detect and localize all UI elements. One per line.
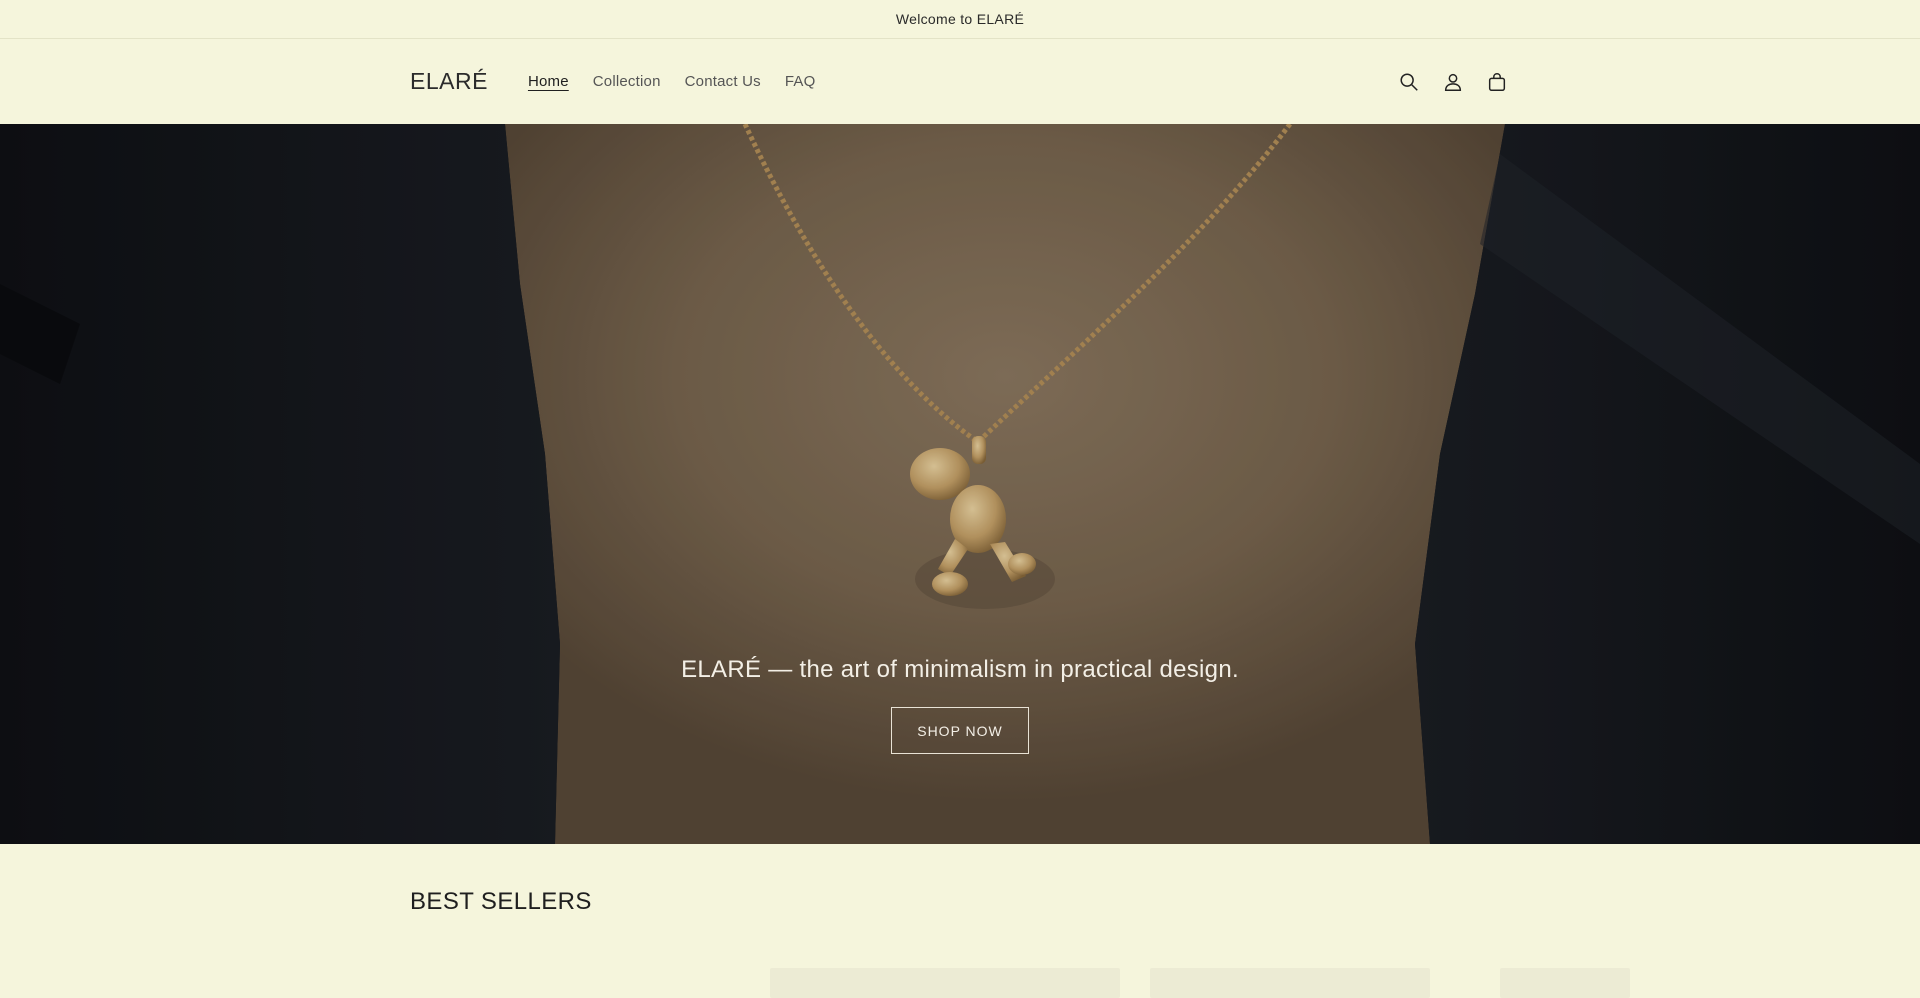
shop-now-button[interactable]: SHOP NOW: [891, 707, 1029, 754]
header-icons: [1396, 39, 1510, 124]
hero-heading: ELARÉ — the art of minimalism in practic…: [681, 656, 1239, 683]
product-card-peek[interactable]: [1500, 968, 1630, 998]
hero-banner: ELARÉ — the art of minimalism in practic…: [0, 124, 1920, 844]
nav-collection[interactable]: Collection: [593, 73, 661, 90]
nav-faq[interactable]: FAQ: [785, 73, 816, 90]
header-inner: ELARÉ Home Collection Contact Us FAQ: [410, 39, 1510, 124]
nav-contact-us[interactable]: Contact Us: [685, 73, 761, 90]
best-sellers-title: BEST SELLERS: [410, 888, 592, 915]
announcement-text: Welcome to ELARÉ: [895, 11, 1025, 27]
main-nav: Home Collection Contact Us FAQ: [528, 73, 816, 90]
nav-home[interactable]: Home: [528, 73, 569, 90]
announcement-bar: Welcome to ELARÉ: [0, 0, 1920, 39]
product-card-peek[interactable]: [1150, 968, 1430, 998]
site-header: ELARÉ Home Collection Contact Us FAQ: [0, 39, 1920, 124]
cart-icon[interactable]: [1484, 69, 1510, 95]
search-icon[interactable]: [1396, 69, 1422, 95]
product-card-peek[interactable]: [770, 968, 1120, 998]
best-sellers-section: BEST SELLERS: [0, 844, 1920, 998]
account-icon[interactable]: [1440, 69, 1466, 95]
logo[interactable]: ELARÉ: [410, 68, 488, 95]
